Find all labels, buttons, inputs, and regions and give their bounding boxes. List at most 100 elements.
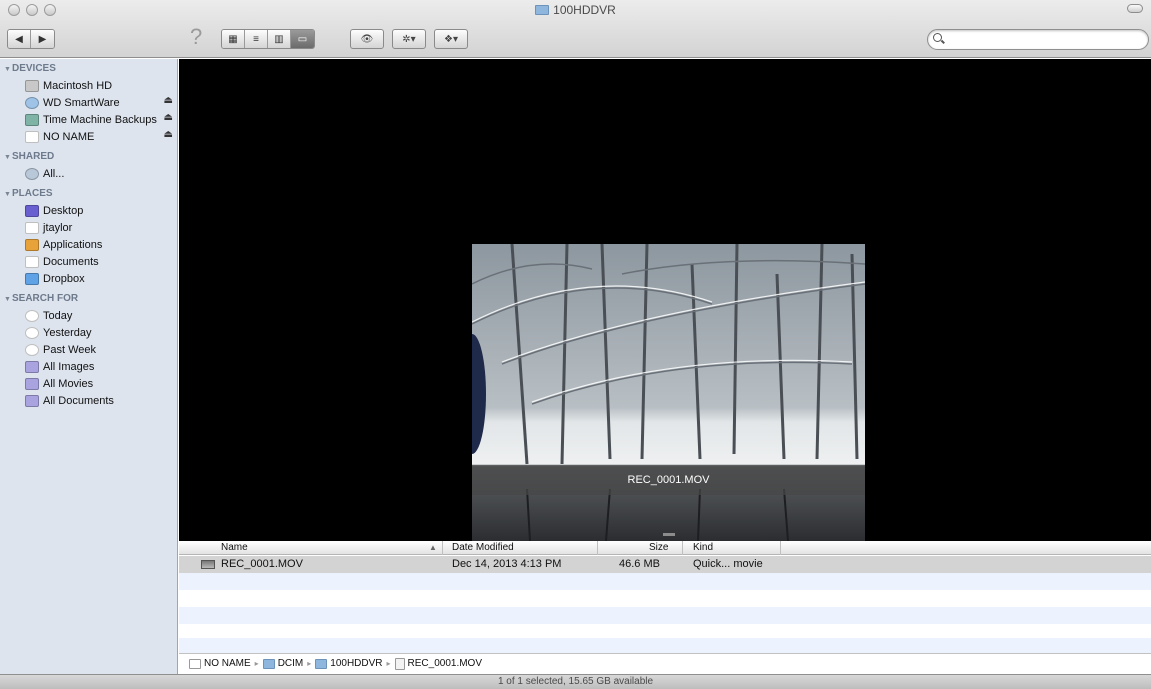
search-field[interactable] [927, 29, 1149, 50]
dropbox-icon: ❖▾ [444, 33, 458, 45]
network-icon [25, 167, 39, 180]
sidebar-item-dropbox[interactable]: Dropbox [0, 270, 178, 287]
documents-icon [25, 255, 39, 268]
sidebar-item-label: Applications [43, 238, 103, 251]
gear-icon: ✲▾ [402, 33, 416, 45]
clock-icon [25, 309, 39, 322]
path-bar: NO NAME ▸ DCIM ▸ 100HDDVR ▸ REC_0001.MOV [179, 653, 1151, 673]
help-icon[interactable]: ? [190, 24, 202, 50]
sidebar-item-macintosh-hd[interactable]: Macintosh HD [0, 77, 178, 94]
sidebar-item-label: Desktop [43, 204, 84, 217]
path-separator-icon: ▸ [254, 659, 259, 668]
sidebar-section-shared[interactable]: ▼SHARED [0, 151, 54, 163]
sidebar-item-label: Yesterday [43, 326, 92, 339]
folder-icon [535, 5, 550, 15]
sidebar-section-places[interactable]: ▼PLACES [0, 188, 53, 200]
sidebar-item-label: NO NAME [43, 130, 95, 143]
table-row[interactable]: REC_0001.MOV Dec 14, 2013 4:13 PM 46.6 M… [179, 556, 1151, 573]
sidebar-item-all-documents[interactable]: All Documents [0, 392, 178, 409]
path-item-volume[interactable]: NO NAME ▸ [189, 658, 263, 669]
dropbox-menu-button[interactable]: ❖▾ [434, 29, 468, 49]
path-item-label: DCIM [277, 658, 304, 669]
eject-icon[interactable]: ⏏ [164, 112, 173, 123]
clock-icon [25, 326, 39, 339]
icon-view-button[interactable]: ▦ [222, 30, 245, 48]
eye-icon: 👁 [360, 33, 374, 45]
status-text: 1 of 1 selected, 15.65 GB available [497, 676, 654, 687]
path-item-label: REC_0001.MOV [407, 658, 483, 669]
sidebar: ▼DEVICES Macintosh HD WD SmartWare ⏏ Time Ma… [0, 59, 178, 675]
sidebar-item-label: Documents [43, 255, 99, 268]
quicklook-button[interactable]: 👁 [350, 29, 384, 49]
sidebar-section-devices[interactable]: ▼DEVICES [0, 63, 56, 75]
sidebar-item-today[interactable]: Today [0, 307, 178, 324]
disclosure-triangle-icon[interactable]: ▼ [4, 189, 11, 201]
sidebar-item-time-machine-backups[interactable]: Time Machine Backups ⏏ [0, 111, 178, 128]
dropbox-icon [25, 272, 39, 285]
eject-icon[interactable]: ⏏ [164, 95, 173, 106]
scroll-handle[interactable] [663, 533, 675, 536]
column-divider[interactable] [442, 541, 443, 555]
path-item-folder[interactable]: 100HDDVR ▸ [315, 658, 394, 669]
sidebar-item-documents[interactable]: Documents [0, 253, 178, 270]
disclosure-triangle-icon[interactable]: ▼ [4, 294, 11, 306]
search-icon [933, 33, 942, 42]
sidebar-section-title: DEVICES [12, 63, 56, 74]
movie-file-icon [201, 560, 215, 569]
sidebar-item-label: Today [43, 309, 73, 322]
sidebar-item-all-movies[interactable]: All Movies [0, 375, 178, 392]
window-title: 100HDDVR [0, 3, 1151, 17]
sidebar-item-no-name[interactable]: NO NAME ⏏ [0, 128, 178, 145]
column-header-name[interactable]: Name [221, 542, 248, 554]
column-header-kind[interactable]: Kind [693, 542, 713, 554]
empty-row [179, 573, 1151, 590]
forward-button[interactable]: ▶ [31, 30, 54, 48]
path-separator-icon: ▸ [386, 659, 391, 668]
sidebar-item-desktop[interactable]: Desktop [0, 202, 178, 219]
file-size: 46.6 MB [619, 558, 660, 570]
sidebar-section-title: SHARED [12, 151, 55, 162]
empty-row [179, 590, 1151, 607]
sidebar-item-applications[interactable]: Applications [0, 236, 178, 253]
column-divider[interactable] [597, 541, 598, 555]
sidebar-item-label: All Documents [43, 394, 114, 407]
action-menu-button[interactable]: ✲▾ [392, 29, 426, 49]
column-header-date[interactable]: Date Modified [452, 542, 514, 554]
home-icon [25, 221, 39, 234]
disclosure-triangle-icon[interactable]: ▼ [4, 64, 11, 76]
sidebar-item-past-week[interactable]: Past Week [0, 341, 178, 358]
empty-row [179, 638, 1151, 653]
clock-icon [25, 343, 39, 356]
sidebar-item-jtaylor[interactable]: jtaylor [0, 219, 178, 236]
sidebar-item-all[interactable]: All... [0, 165, 178, 182]
drive-icon [189, 658, 201, 669]
harddisk-icon [25, 79, 39, 92]
sidebar-item-label: All... [43, 167, 65, 180]
column-view-button[interactable]: ▥ [268, 30, 291, 48]
path-item-file[interactable]: REC_0001.MOV [394, 657, 483, 670]
sidebar-item-label: WD SmartWare [43, 96, 120, 109]
path-item-dcim[interactable]: DCIM ▸ [262, 658, 316, 669]
sidebar-item-label: Time Machine Backups [43, 113, 157, 126]
list-header: Name ▲ Date Modified Size Kind [179, 541, 1151, 555]
movie-file-icon [394, 657, 405, 670]
sidebar-item-all-images[interactable]: All Images [0, 358, 178, 375]
column-divider[interactable] [780, 541, 781, 555]
sidebar-item-yesterday[interactable]: Yesterday [0, 324, 178, 341]
sidebar-section-title: SEARCH FOR [12, 293, 79, 304]
coverflow-view-button[interactable]: ▭ [291, 30, 314, 48]
eject-icon[interactable]: ⏏ [164, 129, 173, 140]
back-button[interactable]: ◀ [8, 30, 31, 48]
disclosure-triangle-icon[interactable]: ▼ [4, 152, 11, 164]
toolbar-toggle-button[interactable] [1127, 4, 1143, 13]
column-header-size[interactable]: Size [649, 542, 668, 554]
column-divider[interactable] [682, 541, 683, 555]
video-thumbnail[interactable]: REC_0001.MOV [472, 244, 865, 541]
sidebar-item-label: Past Week [43, 343, 96, 356]
window-toolbar: 100HDDVR ◀ ▶ ? ▦ ≡ ▥ ▭ 👁 ✲▾ ❖▾ [0, 0, 1151, 58]
sidebar-item-wd-smartware[interactable]: WD SmartWare ⏏ [0, 94, 178, 111]
sidebar-section-search-for[interactable]: ▼SEARCH FOR [0, 293, 78, 305]
search-input[interactable] [946, 32, 1142, 47]
disc-icon [25, 96, 39, 109]
list-view-button[interactable]: ≡ [245, 30, 268, 48]
